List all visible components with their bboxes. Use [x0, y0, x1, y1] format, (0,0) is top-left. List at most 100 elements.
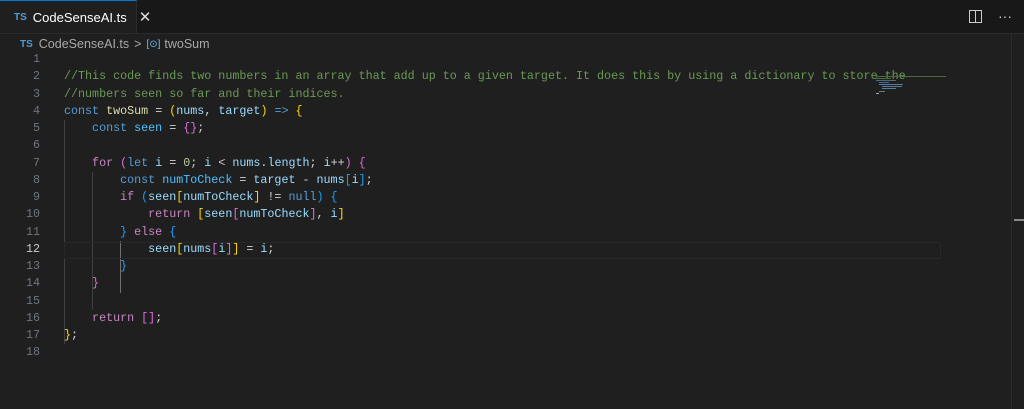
breadcrumb-symbol[interactable]: twoSum: [164, 37, 209, 51]
code-token: nums: [176, 103, 205, 118]
code-line[interactable]: 12 seen[nums[i]] = i;: [0, 241, 1024, 259]
close-icon[interactable]: ✕: [139, 8, 152, 26]
code-token: []: [141, 310, 156, 325]
line-number: 3: [32, 86, 40, 101]
variable-symbol-icon: [⊙]: [146, 38, 161, 50]
code-line[interactable]: 8 const numToCheck = target - nums[i];: [0, 172, 1024, 189]
code-token: [: [344, 172, 352, 187]
code-text: for (let i = 0; i < nums.length; i++) {: [64, 155, 366, 172]
code-token: ++: [330, 155, 345, 170]
code-token: {: [169, 224, 177, 239]
line-number: 13: [25, 259, 40, 273]
code-token: return: [64, 207, 198, 222]
code-text: return [seen[numToCheck], i]: [64, 206, 345, 223]
code-line[interactable]: 18: [0, 344, 1024, 361]
code-text: const twoSum = (nums, target) => {: [64, 103, 303, 120]
code-token: else: [134, 224, 170, 239]
code-token: i: [330, 207, 338, 222]
code-line[interactable]: 6: [0, 137, 1024, 154]
code-line[interactable]: 4 const twoSum = (nums, target) => {: [0, 103, 1024, 120]
code-token: =: [239, 241, 261, 256]
code-token: numToCheck: [162, 172, 233, 187]
code-token: ;: [267, 241, 275, 256]
line-number: 2: [32, 69, 40, 84]
line-number: 16: [25, 310, 40, 325]
code-text: if (seen[numToCheck] != null) {: [64, 189, 338, 206]
code-token: seen: [134, 121, 163, 135]
code-line[interactable]: 1: [0, 51, 1024, 68]
code-token: =: [148, 103, 170, 118]
code-text: //This code finds two numbers in an arra…: [64, 68, 906, 85]
code-token: <: [211, 155, 233, 170]
code-editor[interactable]: 1 2 //This code finds two numbers in an ar…: [0, 51, 1024, 409]
code-token: ): [316, 190, 324, 204]
line-number: 4: [32, 103, 40, 118]
code-text: const seen = {};: [64, 120, 204, 137]
code-token: ;: [190, 155, 205, 170]
line-number: 5: [32, 121, 40, 135]
line-number: 11: [25, 224, 40, 239]
code-token: target: [253, 172, 296, 187]
code-token: ;: [309, 155, 324, 170]
code-line[interactable]: 5 const seen = {};: [0, 120, 1024, 137]
chevron-right-icon: >: [134, 37, 142, 51]
code-token: ]: [358, 172, 366, 187]
code-token: const: [64, 103, 107, 118]
code-line[interactable]: 11 } else {: [0, 224, 1024, 241]
code-token: nums: [316, 172, 345, 187]
code-token: length: [267, 155, 310, 170]
code-line[interactable]: 3 //numbers seen so far and their indices…: [0, 86, 1024, 103]
code-token: numToCheck: [239, 207, 310, 222]
code-token: ;: [155, 310, 163, 325]
code-token: }: [64, 328, 72, 342]
tab-bar: TS CodeSenseAI.ts ✕ ···: [0, 0, 1024, 34]
code-token: const: [64, 121, 135, 135]
code-token: if: [64, 190, 142, 204]
code-line[interactable]: 15: [0, 293, 1024, 310]
code-line[interactable]: 17};: [0, 327, 1024, 344]
split-editor-icon[interactable]: [969, 10, 982, 23]
code-token: }: [64, 276, 100, 291]
code-token: nums: [183, 241, 212, 256]
code-token: ,: [316, 207, 331, 222]
code-token: i: [351, 172, 359, 187]
scroll-thumb[interactable]: [1014, 219, 1024, 221]
tab-title: CodeSenseAI.ts: [32, 9, 127, 25]
code-text: } else {: [64, 224, 176, 241]
code-line[interactable]: 13 }: [0, 258, 1024, 275]
tab-codesenseai[interactable]: TS CodeSenseAI.ts ✕: [0, 0, 151, 33]
code-text: seen[nums[i]] = i;: [64, 241, 274, 258]
line-number: 9: [32, 190, 40, 204]
code-line[interactable]: 7 for (let i = 0; i < nums.length; i++) …: [0, 155, 1024, 172]
code-token: target: [218, 103, 261, 118]
typescript-icon: TS: [20, 38, 33, 50]
code-text: //numbers seen so far and their indices.: [64, 86, 345, 103]
line-number: 1: [32, 52, 40, 66]
code-line[interactable]: 9 if (seen[numToCheck] != null) {: [0, 189, 1024, 206]
line-number: 7: [32, 155, 40, 170]
code-token: seen: [204, 207, 233, 222]
minimap[interactable]: [876, 76, 946, 96]
code-token: twoSum: [106, 103, 149, 118]
code-token: seen: [148, 190, 177, 204]
code-token: }: [64, 259, 128, 273]
code-token: i: [323, 155, 331, 170]
breadcrumb-file[interactable]: CodeSenseAI.ts: [39, 37, 129, 51]
code-token: ]: [337, 207, 345, 222]
code-token: null: [288, 190, 317, 204]
code-token: {: [351, 155, 366, 170]
code-line[interactable]: 2 //This code finds two numbers in an arr…: [0, 68, 1024, 85]
vertical-scrollbar[interactable]: [1011, 34, 1024, 409]
code-token: ): [344, 155, 352, 170]
code-token: -: [295, 172, 317, 187]
more-actions-icon[interactable]: ···: [998, 8, 1012, 24]
code-line[interactable]: 16 return [];: [0, 310, 1024, 327]
code-token: =: [232, 172, 254, 187]
code-token: ;: [365, 172, 373, 187]
code-line[interactable]: 10 return [seen[numToCheck], i]: [0, 206, 1024, 223]
code-token: =: [162, 121, 184, 135]
code-token: {: [323, 190, 338, 204]
code-token: =>: [267, 103, 296, 118]
code-text: };: [64, 327, 78, 344]
code-line[interactable]: 14 }: [0, 275, 1024, 292]
